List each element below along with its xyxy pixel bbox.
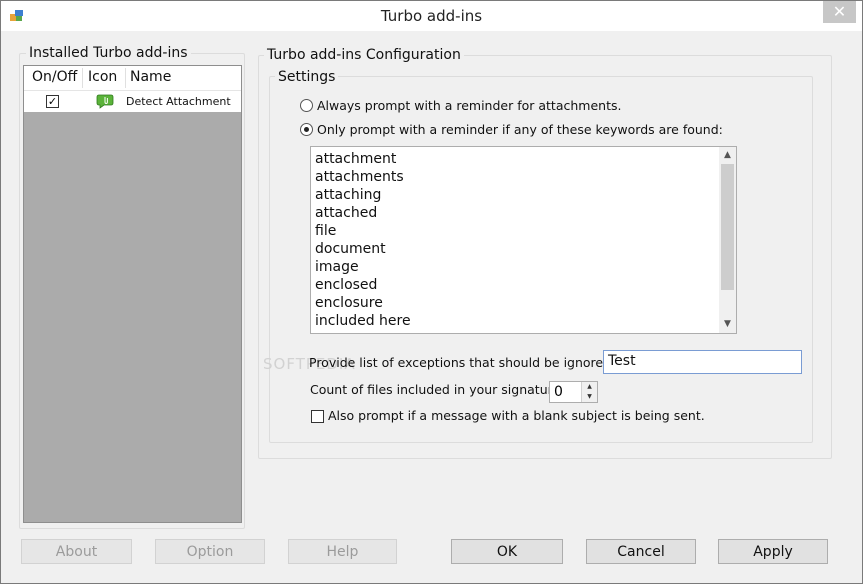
signature-count-stepper[interactable]: 0 ▲ ▼	[549, 381, 598, 403]
exceptions-label: Provide list of exceptions that should b…	[309, 355, 620, 370]
spin-up-icon[interactable]: ▲	[582, 382, 597, 392]
blank-subject-checkbox[interactable]	[311, 410, 324, 423]
addin-enabled-checkbox[interactable]: ✓	[46, 95, 59, 108]
always-prompt-label[interactable]: Always prompt with a reminder for attach…	[317, 98, 621, 113]
keyword-item: file	[315, 223, 337, 239]
addin-name: Detect Attachment	[126, 95, 231, 108]
title-bar: Turbo add-ins ✕	[1, 1, 862, 31]
blank-subject-label[interactable]: Also prompt if a message with a blank su…	[328, 408, 705, 423]
keyword-item: attachment	[315, 151, 397, 167]
keyword-item: enclosed	[315, 277, 378, 293]
exceptions-input[interactable]: Test	[603, 350, 802, 374]
column-header-icon[interactable]: Icon	[88, 69, 117, 85]
column-header-onoff[interactable]: On/Off	[32, 69, 77, 85]
ok-button[interactable]: OK	[451, 539, 563, 564]
keywords-scrollbar[interactable]: ▲ ▼	[719, 147, 736, 333]
addins-list-header: On/Off Icon Name	[24, 66, 241, 91]
keyword-prompt-radio[interactable]	[300, 123, 313, 136]
cancel-button[interactable]: Cancel	[586, 539, 696, 564]
installed-addins-legend: Installed Turbo add-ins	[26, 45, 191, 61]
addins-list[interactable]: On/Off Icon Name ✓ Detect Attachment	[23, 65, 242, 523]
scroll-thumb[interactable]	[721, 164, 734, 290]
scroll-up-arrow-icon[interactable]: ▲	[719, 147, 736, 164]
settings-legend: Settings	[275, 69, 339, 85]
keyword-item: attachments	[315, 169, 404, 185]
configuration-legend: Turbo add-ins Configuration	[264, 47, 464, 63]
scroll-down-arrow-icon[interactable]: ▼	[719, 316, 736, 333]
keyword-item: attached	[315, 205, 378, 221]
keyword-prompt-label[interactable]: Only prompt with a reminder if any of th…	[317, 122, 723, 137]
spin-down-icon[interactable]: ▼	[582, 392, 597, 402]
apply-button[interactable]: Apply	[718, 539, 828, 564]
keyword-item: included here	[315, 313, 411, 329]
keyword-item: enclosure	[315, 295, 383, 311]
dialog-window: Turbo add-ins ✕ Installed Turbo add-ins …	[0, 0, 863, 584]
close-button[interactable]: ✕	[823, 1, 856, 23]
window-title: Turbo add-ins	[380, 7, 483, 25]
always-prompt-radio[interactable]	[300, 99, 313, 112]
keyword-item: document	[315, 241, 386, 257]
option-button[interactable]: Option	[155, 539, 265, 564]
column-header-name[interactable]: Name	[130, 69, 171, 85]
addin-row[interactable]: ✓ Detect Attachment	[24, 91, 241, 112]
help-button[interactable]: Help	[288, 539, 397, 564]
attachment-bubble-icon	[96, 94, 114, 109]
signature-count-value[interactable]: 0	[554, 384, 563, 400]
about-button[interactable]: About	[21, 539, 132, 564]
keyword-item: image	[315, 259, 359, 275]
keyword-item: attaching	[315, 187, 382, 203]
signature-count-label: Count of files included in your signatur…	[310, 382, 565, 397]
keywords-textbox[interactable]: attachment attachments attaching attache…	[310, 146, 737, 334]
